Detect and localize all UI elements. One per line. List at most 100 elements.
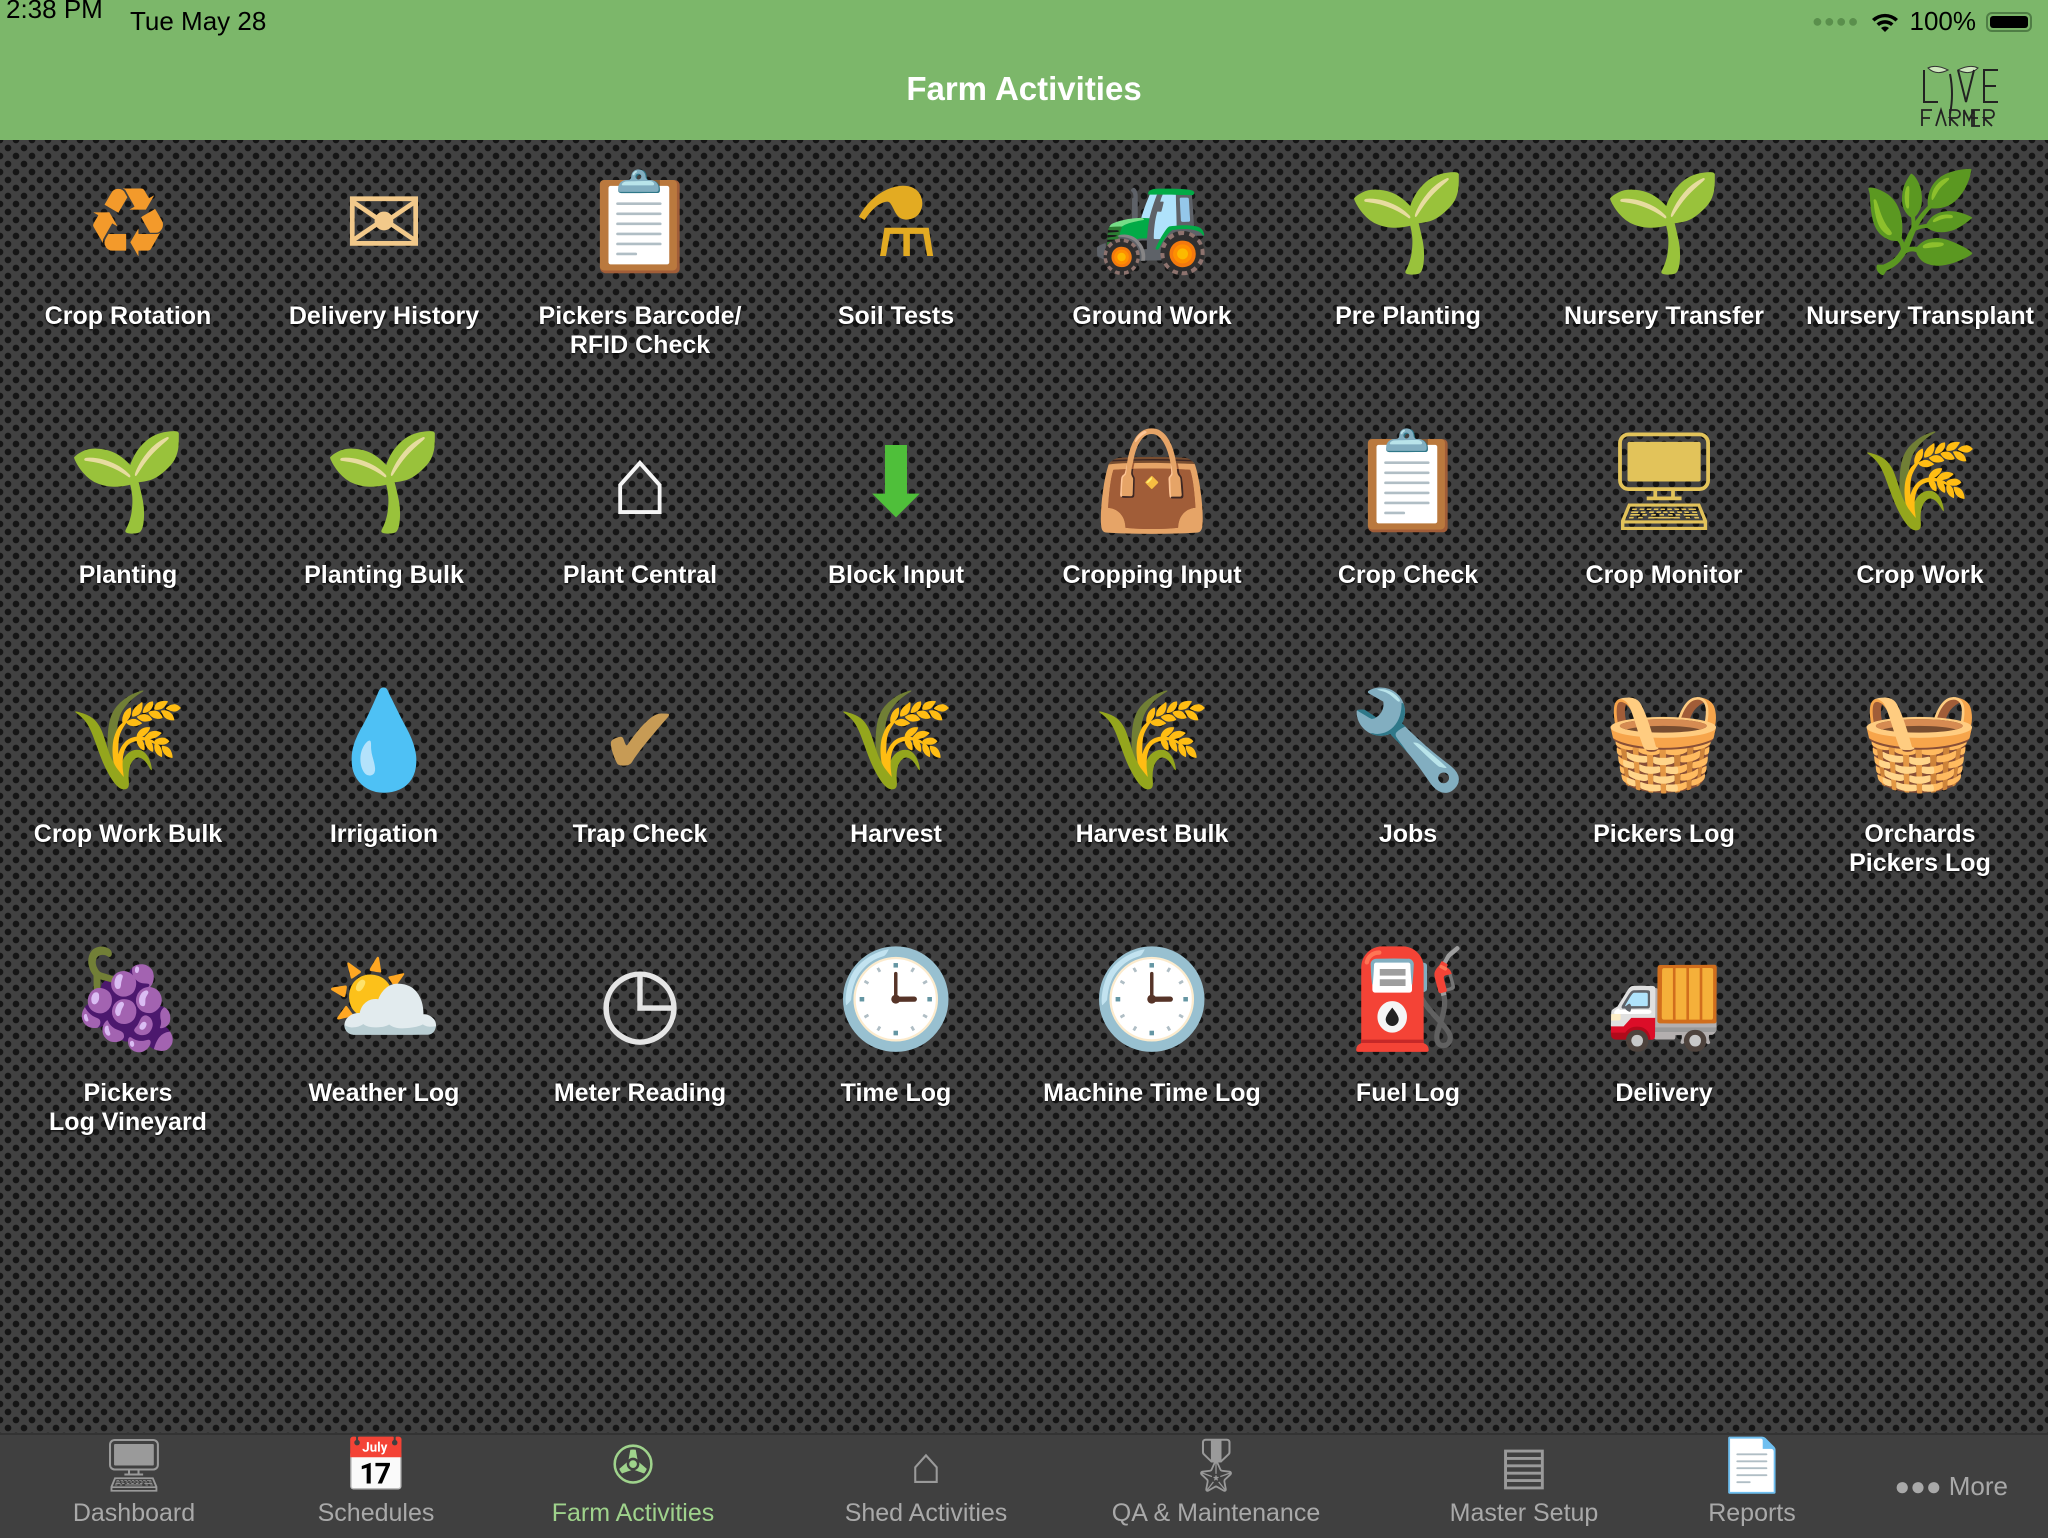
activity-crop-work[interactable]: 🌾 Crop Work — [1792, 407, 2048, 666]
tab-qa-maintenance[interactable]: 🎖 QA & Maintenance — [1086, 1435, 1346, 1538]
activity-crop-work-bulk[interactable]: 🌾 Crop Work Bulk — [0, 666, 256, 925]
activity-label: Crop Check — [1337, 561, 1479, 589]
seedling-plus-icon: 🌱 — [324, 428, 444, 535]
nursery-transfer-icon: 🌱 — [1604, 169, 1724, 276]
nav-header: 2:38 PM Tue May 28 ●●●● 100% Farm Activi… — [0, 0, 2048, 140]
activity-label: Ground Work — [1072, 302, 1232, 330]
activity-crop-check[interactable]: 📋 Crop Check — [1280, 407, 1536, 666]
activity-label: Planting Bulk — [304, 561, 464, 589]
seedling-icon: 🌱 — [68, 428, 188, 535]
activity-ground-work[interactable]: 🚜 Ground Work — [1024, 148, 1280, 407]
activity-pre-planting[interactable]: 🌱 Pre Planting — [1280, 148, 1536, 407]
activity-label: Crop Work — [1856, 561, 1984, 589]
activity-crop-rotation[interactable]: ♻ Crop Rotation — [0, 148, 256, 407]
page-title: Farm Activities — [906, 70, 1142, 107]
tab-reports[interactable]: 📄 Reports — [1622, 1435, 1882, 1538]
crop-check-icon: 📋 — [1348, 428, 1468, 535]
more-label: More — [1948, 1471, 2008, 1501]
activity-time-log[interactable]: 🕒 Time Log — [768, 925, 1024, 1184]
status-indicators: ●●●● 100% — [1812, 6, 2032, 37]
activity-label: Cropping Input — [1062, 561, 1242, 589]
activity-label: Planting — [78, 561, 178, 589]
activity-harvest-bulk[interactable]: 🌾 Harvest Bulk — [1024, 666, 1280, 925]
activity-label: Machine Time Log — [1043, 1079, 1261, 1107]
activity-jobs[interactable]: 🔧 Jobs — [1280, 666, 1536, 925]
tab-dashboard[interactable]: 🖥 Dashboard — [4, 1435, 264, 1538]
report-document-icon: 📄 — [1719, 1437, 1785, 1495]
activity-label: Weather Log — [308, 1079, 460, 1107]
activities-panel: ♻ Crop Rotation ✉ Delivery History 📋 Pickers … — [0, 140, 2048, 1433]
activity-label: Pickers Log Vineyard — [49, 1079, 207, 1136]
activity-orchards-pickers-log[interactable]: 🧺 Orchards Pickers Log — [1792, 666, 2048, 925]
battery-icon — [1986, 11, 2032, 32]
fuel-pump-icon: ⛽ — [1348, 946, 1468, 1053]
activity-pickers-barcode-rfid-check[interactable]: 📋 Pickers Barcode/ RFID Check — [512, 148, 768, 407]
activity-label: Nursery Transfer — [1563, 302, 1765, 330]
setup-form-icon: ▤ — [1499, 1437, 1549, 1495]
tab-farm-activities[interactable]: ✇ Farm Activities — [503, 1435, 763, 1538]
activity-nursery-transplant[interactable]: 🌿 Nursery Transplant — [1792, 148, 2048, 407]
wheat-scythe-icon: 🌾 — [836, 687, 956, 794]
battery-percent: 100% — [1909, 6, 1977, 36]
activity-weather-log[interactable]: ⛅ Weather Log — [256, 925, 512, 1184]
crop-rotation-icon: ♻ — [84, 170, 172, 277]
activity-label: Delivery History — [288, 302, 480, 330]
grape-basket-icon: 🍇 — [68, 946, 188, 1053]
tab-bar: ●●● More 🖥 Dashboard 📅 Schedules ✇ Farm Activ… — [0, 1433, 2048, 1538]
tab-schedules[interactable]: 📅 Schedules — [246, 1435, 506, 1538]
activity-delivery-history[interactable]: ✉ Delivery History — [256, 148, 512, 407]
monitor-icon: 🖥 — [100, 1437, 167, 1495]
tab-label: QA & Maintenance — [1111, 1499, 1321, 1527]
activity-pickers-log-vineyard[interactable]: 🍇 Pickers Log Vineyard — [0, 925, 256, 1184]
more-dots-icon: ●●● — [1894, 1471, 1949, 1501]
activity-label: Jobs — [1378, 820, 1438, 848]
truck-icon: 🚚 — [1604, 946, 1724, 1053]
activity-meter-reading[interactable]: ◷ Meter Reading — [512, 925, 768, 1184]
activity-label: Harvest Bulk — [1075, 820, 1229, 848]
activity-irrigation[interactable]: 💧 Irrigation — [256, 666, 512, 925]
activity-planting-bulk[interactable]: 🌱 Planting Bulk — [256, 407, 512, 666]
crop-work-bulk-icon: 🌾 — [68, 687, 188, 794]
barcode-clipboard-icon: 📋 — [580, 169, 700, 276]
worker-wrench-icon: 🔧 — [1348, 687, 1468, 794]
activity-planting[interactable]: 🌱 Planting — [0, 407, 256, 666]
activity-label: Plant Central — [562, 561, 718, 589]
meter-gauge-icon: ◷ — [598, 947, 682, 1054]
activity-cropping-input[interactable]: 👜 Cropping Input — [1024, 407, 1280, 666]
tab-master-setup[interactable]: ▤ Master Setup — [1394, 1435, 1654, 1538]
clock-tractor-icon: 🕒 — [1092, 946, 1212, 1053]
flask-icon: ⚗ — [852, 170, 940, 277]
activity-soil-tests[interactable]: ⚗ Soil Tests — [768, 148, 1024, 407]
activity-fuel-log[interactable]: ⛽ Fuel Log — [1280, 925, 1536, 1184]
status-time: 2:38 PM — [6, 0, 103, 24]
activity-plant-central[interactable]: ⌂ Plant Central — [512, 407, 768, 666]
activity-harvest[interactable]: 🌾 Harvest — [768, 666, 1024, 925]
basket-icon: 🧺 — [1604, 687, 1724, 794]
activity-label: Orchards Pickers Log — [1849, 820, 1991, 877]
soil-shovel-icon: 🌱 — [1348, 169, 1468, 276]
activity-label: Crop Rotation — [44, 302, 212, 330]
activity-label: Time Log — [840, 1079, 952, 1107]
activity-trap-check[interactable]: ✔ Trap Check — [512, 666, 768, 925]
activity-machine-time-log[interactable]: 🕒 Machine Time Log — [1024, 925, 1280, 1184]
clock-key-icon: 🕒 — [836, 946, 956, 1053]
activity-pickers-log[interactable]: 🧺 Pickers Log — [1536, 666, 1792, 925]
tab-label: Schedules — [317, 1499, 435, 1527]
more-button[interactable]: ●●● More — [1894, 1471, 2008, 1502]
activity-nursery-transfer[interactable]: 🌱 Nursery Transfer — [1536, 148, 1792, 407]
fruit-basket-icon: 🧺 — [1860, 687, 1980, 794]
water-drops-leaf-icon: 💧 — [324, 687, 444, 794]
field-download-icon: ⬇ — [855, 429, 937, 536]
activities-grid: ♻ Crop Rotation ✉ Delivery History 📋 Pickers … — [0, 148, 2048, 1184]
tab-label: Master Setup — [1449, 1499, 1599, 1527]
tab-shed-activities[interactable]: ⌂ Shed Activities — [796, 1435, 1056, 1538]
activity-delivery[interactable]: 🚚 Delivery — [1536, 925, 1792, 1184]
activity-label: Meter Reading — [553, 1079, 727, 1107]
activity-label: Harvest — [850, 820, 942, 848]
activity-label: Crop Work Bulk — [33, 820, 223, 848]
live-farmer-logo — [1921, 65, 1998, 127]
activity-crop-monitor[interactable]: 🖥 Crop Monitor — [1536, 407, 1792, 666]
fertilizer-sack-icon: 👜 — [1092, 428, 1212, 535]
activity-label: Nursery Transplant — [1806, 302, 2034, 330]
activity-block-input[interactable]: ⬇ Block Input — [768, 407, 1024, 666]
